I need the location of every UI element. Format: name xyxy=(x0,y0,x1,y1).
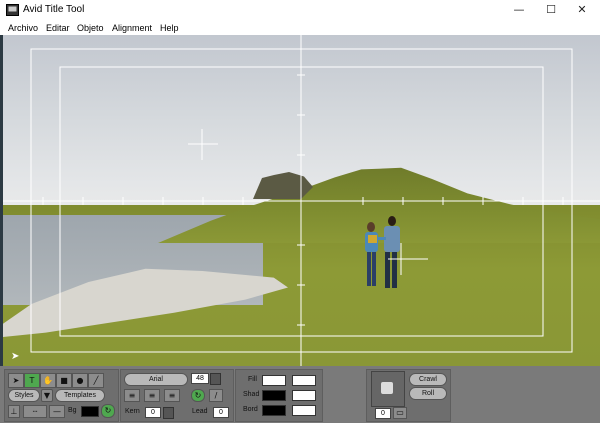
bg-label: Bg xyxy=(68,407,77,414)
font-size-field[interactable]: 48 xyxy=(191,373,209,384)
title-preview-canvas[interactable] xyxy=(3,35,600,366)
roll-button[interactable]: Roll xyxy=(409,387,447,400)
crawl-button[interactable]: Crawl xyxy=(409,373,447,386)
mouse-pointer: ➤ xyxy=(11,351,20,362)
styles-dropdown-icon[interactable]: ▼ xyxy=(41,389,53,402)
style-preview-sample xyxy=(381,382,393,394)
shadow-transparency-swatch[interactable] xyxy=(292,390,316,401)
rectangle-icon[interactable]: ■ xyxy=(56,373,72,388)
line-icon[interactable]: ╱ xyxy=(88,373,104,388)
lead-field[interactable]: 0 xyxy=(213,407,229,418)
safe-area-grid xyxy=(3,35,600,366)
safe-title-icon[interactable]: ⊥ xyxy=(8,405,20,418)
menu-archivo[interactable]: Archivo xyxy=(8,23,38,33)
close-button[interactable]: ✕ xyxy=(566,0,598,20)
shadow-label: Shad xyxy=(243,391,260,398)
styles-button[interactable]: Styles xyxy=(8,389,40,402)
align-right-icon[interactable]: ≡ xyxy=(164,389,180,402)
align-left-icon[interactable]: ≡ xyxy=(124,389,140,402)
style-preview-box[interactable] xyxy=(371,371,405,407)
align-center-icon[interactable]: ≡ xyxy=(144,389,160,402)
hand-icon[interactable]: ✋ xyxy=(40,373,56,388)
bg-toggle-icon[interactable]: ↻ xyxy=(101,404,115,418)
border-color-swatch[interactable] xyxy=(262,405,286,416)
line-weight-icon[interactable]: — xyxy=(49,405,65,418)
font-group: Arial 48 ≡ ≡ ≡ ↻ / Kern 0 Lead 0 xyxy=(120,369,234,422)
border-transparency-swatch[interactable] xyxy=(292,405,316,416)
bg-color-swatch[interactable] xyxy=(81,406,99,417)
font-size-dropdown-icon[interactable] xyxy=(210,373,221,385)
border-label: Bord xyxy=(243,406,258,413)
shadow-color-swatch[interactable] xyxy=(262,390,286,401)
window-title: Avid Title Tool xyxy=(23,4,85,15)
app-icon xyxy=(6,4,19,16)
kern-label: Kern xyxy=(125,408,140,415)
tools-group: ➤ T ✋ ■ ● ╱ Styles ▼ Templates ⊥ ┄ — Bg … xyxy=(4,369,119,422)
title-tool-toolbar: ➤ T ✋ ■ ● ╱ Styles ▼ Templates ⊥ ┄ — Bg … xyxy=(0,366,600,423)
monitor-icon[interactable]: ▭ xyxy=(393,407,407,419)
title-bar: Avid Title Tool — ☐ ✕ xyxy=(0,0,600,20)
kern-field[interactable]: 0 xyxy=(145,407,161,418)
minimize-button[interactable]: — xyxy=(503,0,535,20)
menu-bar: Archivo Editar Objeto Alignment Help xyxy=(0,20,600,35)
kern-dropdown-icon[interactable] xyxy=(163,407,174,419)
menu-objeto[interactable]: Objeto xyxy=(77,23,104,33)
maximize-button[interactable]: ☐ xyxy=(535,0,567,20)
color-group: Fill Shad Bord xyxy=(235,369,323,422)
lead-label: Lead xyxy=(192,408,208,415)
oval-icon[interactable]: ● xyxy=(72,373,88,388)
fill-label: Fill xyxy=(248,376,257,383)
italic-icon[interactable]: / xyxy=(209,389,223,402)
selection-arrow-icon[interactable]: ➤ xyxy=(8,373,24,388)
fill-transparency-swatch[interactable] xyxy=(292,375,316,386)
menu-editar[interactable]: Editar xyxy=(46,23,70,33)
line-dash-icon[interactable]: ┄ xyxy=(23,405,47,418)
text-tool-icon[interactable]: T xyxy=(24,373,40,388)
bold-toggle-icon[interactable]: ↻ xyxy=(191,389,205,402)
menu-help[interactable]: Help xyxy=(160,23,179,33)
frame-field[interactable]: 0 xyxy=(375,408,391,419)
templates-button[interactable]: Templates xyxy=(55,389,105,402)
menu-alignment[interactable]: Alignment xyxy=(112,23,152,33)
font-name-selector[interactable]: Arial xyxy=(124,373,188,386)
fill-color-swatch[interactable] xyxy=(262,375,286,386)
